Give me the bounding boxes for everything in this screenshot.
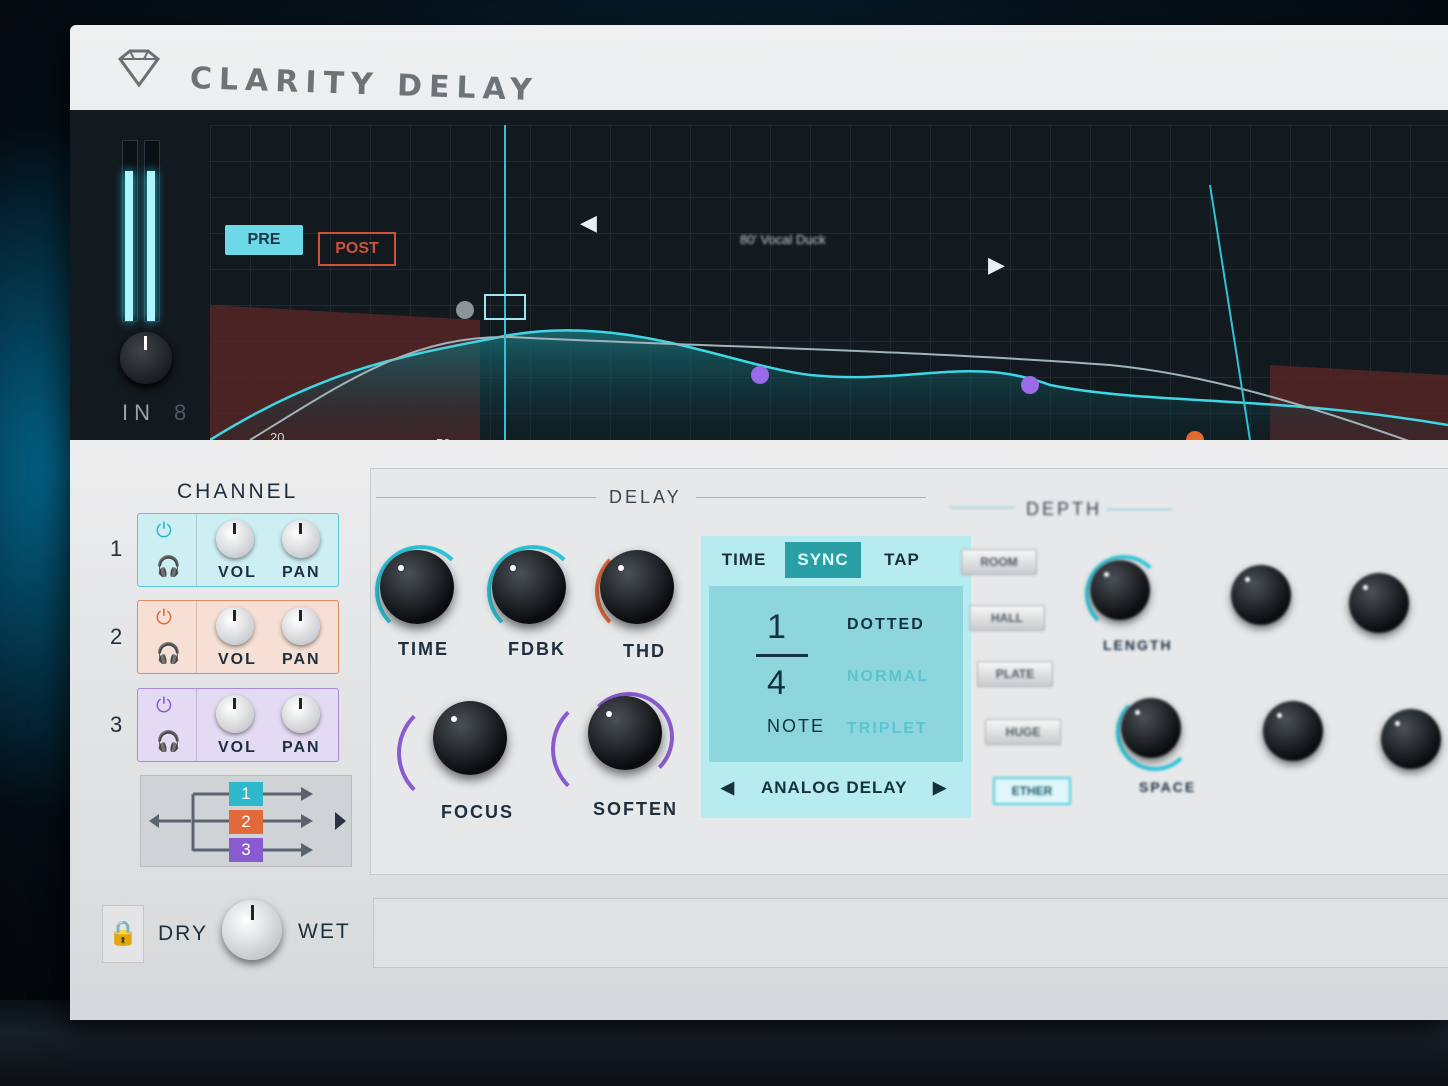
vol-knob[interactable]	[216, 607, 254, 645]
channel-row-3: ⏻ 🎧 VOL PAN	[137, 688, 339, 762]
channel-row-1: ⏻ 🎧 VOL PAN	[137, 513, 339, 587]
input-meter-right	[144, 140, 160, 322]
diamond-logo-icon	[117, 49, 161, 88]
pre-button[interactable]: PRE	[225, 225, 303, 255]
preset-prev-icon[interactable]: ◀	[580, 210, 597, 236]
modulation-knob-3[interactable]	[1263, 701, 1323, 761]
route-badge-2[interactable]: 2	[229, 810, 263, 834]
channel-number: 3	[110, 712, 123, 737]
channel-number: 1	[110, 536, 123, 561]
input-number: 8	[174, 400, 187, 425]
delay-type-label: ANALOG DELAY	[761, 778, 908, 797]
routing-panel[interactable]: 1 2 3	[140, 775, 352, 867]
pan-knob[interactable]	[282, 520, 320, 558]
preset-name[interactable]: 80' Vocal Duck	[740, 232, 826, 247]
room-button[interactable]: ROOM	[961, 549, 1037, 575]
wet-label: WET	[298, 920, 351, 943]
channel-row-2: ⏻ 🎧 VOL PAN	[137, 600, 339, 674]
tab-sync[interactable]: SYNC	[785, 542, 861, 578]
power-icon[interactable]: ⏻	[156, 520, 172, 543]
fdbk-knob[interactable]	[492, 550, 566, 624]
vol-label: VOL	[218, 651, 257, 668]
chevron-left-icon[interactable]: ◀	[721, 768, 735, 808]
vol-knob[interactable]	[216, 695, 254, 733]
chevron-right-icon[interactable]: ▶	[933, 768, 947, 808]
pan-label: PAN	[282, 564, 321, 581]
channel-title: CHANNEL	[177, 480, 299, 503]
length-label: LENGTH	[1103, 637, 1173, 653]
delay-title: DELAY	[609, 487, 682, 507]
eq-display: IN 8 PRE POST ◀ 80' Vocal Duck ▶ 20	[70, 110, 1448, 467]
fdbk-knob-label: FDBK	[508, 639, 566, 659]
input-meter-left	[122, 140, 138, 322]
modulation-knob-4[interactable]	[1381, 709, 1441, 769]
headphones-icon[interactable]: 🎧	[156, 554, 181, 579]
focus-knob[interactable]	[433, 701, 507, 775]
headphones-icon[interactable]: 🎧	[156, 729, 181, 754]
preset-next-icon[interactable]: ▶	[988, 252, 1005, 278]
space-knob[interactable]	[1121, 698, 1181, 758]
focus-knob-label: FOCUS	[441, 802, 514, 822]
thd-knob[interactable]	[600, 550, 674, 624]
modulation-knob-2[interactable]	[1349, 573, 1409, 633]
post-button[interactable]: POST	[318, 232, 396, 266]
power-icon[interactable]: ⏻	[156, 695, 172, 718]
tab-time[interactable]: TIME	[707, 542, 781, 578]
tab-tap[interactable]: TAP	[865, 542, 939, 578]
mode-triplet[interactable]: TRIPLET	[847, 720, 928, 738]
headphones-icon[interactable]: 🎧	[156, 641, 181, 666]
vol-label: VOL	[218, 564, 257, 581]
hall-button[interactable]: HALL	[969, 605, 1045, 631]
pan-knob[interactable]	[282, 695, 320, 733]
delay-panel: DELAY TIME FDBK THD FOCUS SOFTEN TIME SY…	[370, 468, 1448, 875]
soften-knob-label: SOFTEN	[593, 799, 679, 819]
input-label: IN	[122, 400, 156, 425]
eq-graph[interactable]	[210, 125, 1448, 440]
vol-label: VOL	[218, 739, 257, 756]
route-badge-3[interactable]: 3	[229, 838, 263, 862]
sync-panel: TIME SYNC TAP 1 4 NOTE DOTTED NORMAL TRI…	[701, 536, 971, 818]
modulation-knob-1[interactable]	[1231, 565, 1291, 625]
header: CLARITY DELAY	[70, 25, 1448, 115]
input-gain-knob[interactable]	[120, 332, 172, 384]
fraction-denominator: 4	[767, 664, 786, 702]
plugin-window: CLARITY DELAY IN 8 PRE POST ◀ 80' Vocal …	[70, 25, 1448, 1020]
ether-button[interactable]: ETHER	[993, 777, 1071, 805]
length-knob[interactable]	[1090, 560, 1150, 620]
sync-division-display[interactable]: 1 4 NOTE DOTTED NORMAL TRIPLET	[709, 586, 963, 762]
mode-dotted[interactable]: DOTTED	[847, 616, 925, 634]
dry-label: DRY	[158, 922, 208, 945]
dry-wet-knob[interactable]	[222, 900, 282, 960]
depth-title: DEPTH	[1026, 499, 1103, 519]
control-area: CHANNEL 1 ⏻ 🎧 VOL PAN 2 ⏻ 🎧 VOL PAN 3 ⏻ …	[70, 440, 1448, 1020]
thd-knob-label: THD	[623, 641, 666, 661]
mode-normal[interactable]: NORMAL	[847, 668, 929, 686]
space-label: SPACE	[1139, 779, 1197, 795]
note-label: NOTE	[767, 716, 826, 736]
time-knob[interactable]	[380, 550, 454, 624]
delay-type-selector[interactable]: ◀ ANALOG DELAY ▶	[709, 768, 963, 808]
pan-knob[interactable]	[282, 607, 320, 645]
huge-button[interactable]: HUGE	[985, 719, 1061, 745]
time-knob-label: TIME	[398, 639, 449, 659]
bottom-bar	[373, 898, 1448, 968]
route-badge-1[interactable]: 1	[229, 782, 263, 806]
fraction-numerator: 1	[767, 608, 786, 646]
pan-label: PAN	[282, 651, 321, 668]
pan-label: PAN	[282, 739, 321, 756]
plate-button[interactable]: PLATE	[977, 661, 1053, 687]
lock-icon[interactable]: 🔒	[102, 905, 144, 963]
power-icon[interactable]: ⏻	[156, 607, 172, 630]
vol-knob[interactable]	[216, 520, 254, 558]
soften-knob[interactable]	[588, 696, 662, 770]
app-title: CLARITY DELAY	[189, 61, 540, 109]
channel-number: 2	[110, 624, 123, 649]
